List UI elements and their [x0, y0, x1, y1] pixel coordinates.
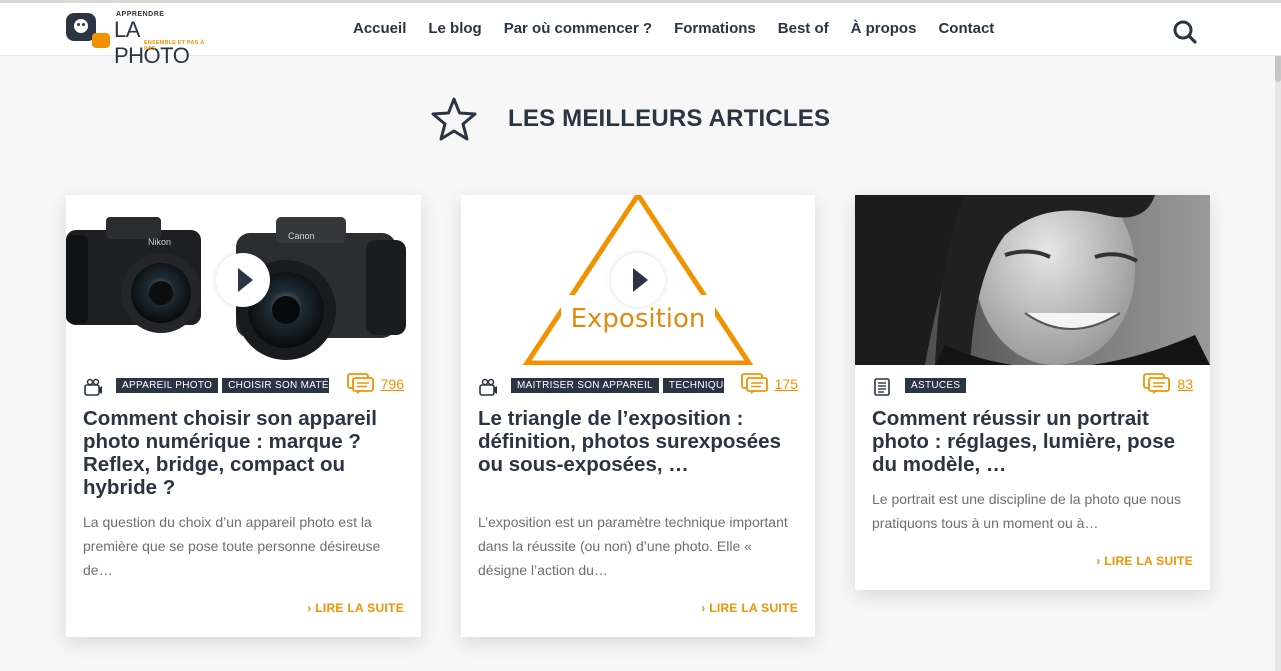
article-card[interactable]: Nikon Canon APPAREIL PHOTO CHOISIR SON M…: [66, 195, 421, 637]
play-button[interactable]: [611, 253, 665, 307]
logo-small-bubble: [92, 33, 110, 48]
article-excerpt: L’exposition est un paramètre technique …: [478, 514, 788, 578]
article-meta: MAITRISER SON APPAREIL TECHNIQUE PHOTO 1…: [478, 373, 798, 397]
article-tags: ASTUCES: [905, 378, 1118, 393]
nav-item-a-propos[interactable]: À propos: [851, 20, 917, 37]
section-header: LES MEILLEURS ARTICLES: [430, 96, 830, 142]
article-tags: MAITRISER SON APPAREIL TECHNIQUE PHOTO: [511, 378, 724, 393]
search-button[interactable]: [1172, 19, 1198, 45]
search-icon: [1173, 20, 1197, 44]
article-card[interactable]: Exposition MAITRISER SON APPAREIL TECHNI…: [461, 195, 815, 637]
section-title: LES MEILLEURS ARTICLES: [508, 105, 831, 132]
nav-item-contact[interactable]: Contact: [938, 20, 994, 37]
article-thumbnail[interactable]: [855, 195, 1210, 365]
article-excerpt: La question du choix d’un appareil photo…: [83, 514, 381, 578]
image-label-nikon: Nikon: [148, 237, 171, 247]
image-label-canon: Canon: [288, 231, 315, 241]
site-header: APPRENDRE LA PHOTO ENSEMBLE ET PAS À PAS…: [0, 0, 1281, 68]
article-meta: ASTUCES 83: [872, 373, 1193, 397]
nav-item-best-of[interactable]: Best of: [778, 20, 829, 37]
tag-link[interactable]: MAITRISER SON APPAREIL: [511, 378, 659, 393]
chevron-right-icon: ›: [307, 601, 316, 615]
comment-count-value: 175: [774, 376, 798, 392]
image-text-exposition: Exposition: [571, 304, 706, 334]
comments-icon: [1143, 373, 1171, 394]
comment-count[interactable]: 83: [1143, 373, 1193, 395]
chevron-right-icon: ›: [701, 601, 710, 615]
tag-link[interactable]: TECHNIQUE PHOTO: [662, 378, 724, 393]
chevron-right-icon: ›: [1096, 554, 1105, 568]
tag-link[interactable]: ASTUCES: [905, 378, 967, 393]
article-meta: APPAREIL PHOTO CHOISIR SON MATÉRIEL 796: [83, 373, 404, 397]
tag-link[interactable]: APPAREIL PHOTO: [116, 378, 219, 393]
article-tags: APPAREIL PHOTO CHOISIR SON MATÉRIEL: [116, 378, 329, 393]
nav-item-le-blog[interactable]: Le blog: [428, 20, 481, 37]
read-more-link[interactable]: › LIRE LA SUITE: [1096, 554, 1193, 568]
article-title[interactable]: Le triangle de l’exposition : définition…: [478, 407, 801, 476]
article-thumbnail[interactable]: Nikon Canon: [66, 195, 421, 365]
article-title[interactable]: Comment choisir son appareil photo numér…: [83, 407, 407, 499]
video-camera-icon: [479, 378, 497, 396]
article-icon: [874, 378, 890, 396]
nav-item-formations[interactable]: Formations: [674, 20, 756, 37]
comment-count-value: 796: [380, 376, 404, 392]
comments-icon: [740, 373, 768, 394]
comment-count[interactable]: 796: [346, 373, 404, 395]
page-scrollbar[interactable]: [1275, 0, 1281, 671]
nav-item-accueil[interactable]: Accueil: [353, 20, 406, 37]
portrait-image: [855, 195, 1210, 365]
comment-count-value: 83: [1177, 376, 1193, 392]
play-button[interactable]: [216, 253, 270, 307]
read-more-link[interactable]: › LIRE LA SUITE: [701, 601, 798, 615]
article-excerpt: Le portrait est une discipline de la pho…: [872, 491, 1181, 531]
tag-link[interactable]: CHOISIR SON MATÉRIEL: [222, 378, 329, 393]
comment-count[interactable]: 175: [740, 373, 798, 395]
article-title[interactable]: Comment réussir un portrait photo : régl…: [872, 407, 1196, 476]
video-camera-icon: [84, 378, 102, 396]
article-card[interactable]: ASTUCES 83 Comment réussir un portrait p…: [855, 195, 1210, 590]
read-more-link[interactable]: › LIRE LA SUITE: [307, 601, 404, 615]
main-nav: Accueil Le blog Par où commencer ? Forma…: [353, 20, 994, 37]
star-icon: [431, 97, 477, 141]
logo-tagline: ENSEMBLE ET PAS À PAS: [144, 40, 205, 52]
nav-item-par-ou-commencer[interactable]: Par où commencer ?: [504, 20, 652, 37]
article-thumbnail[interactable]: Exposition: [461, 195, 815, 365]
site-logo[interactable]: APPRENDRE LA PHOTO ENSEMBLE ET PAS À PAS: [66, 11, 216, 68]
comments-icon: [346, 373, 374, 394]
